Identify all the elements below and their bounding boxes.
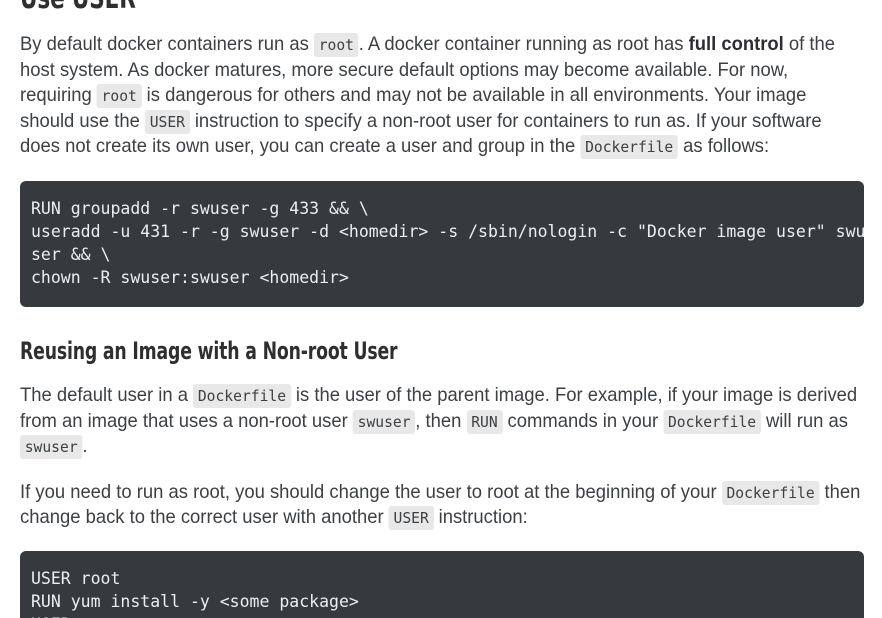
inline-code-root-1: root xyxy=(313,33,359,57)
inline-code-dockerfile-1: Dockerfile xyxy=(580,135,678,160)
inline-code-dockerfile-3: Dockerfile xyxy=(663,409,761,434)
inline-code-swuser-2: swuser xyxy=(20,435,83,460)
emphasis-full-control: full control xyxy=(688,33,784,55)
paragraph-text: commands in your xyxy=(502,409,664,432)
code-line: RUN groupadd -r swuser -g 433 && \ xyxy=(31,198,369,218)
code-line: chown -R swuser:swuser <homedir> xyxy=(31,267,349,287)
paragraph-text: , then xyxy=(415,409,467,432)
inline-code-dockerfile-2: Dockerfile xyxy=(193,383,291,408)
code-line: ser && \ xyxy=(31,244,111,264)
inline-code-swuser-1: swuser xyxy=(352,409,416,434)
code-line: USER root xyxy=(31,568,121,588)
paragraph-text: instruction: xyxy=(433,506,528,529)
documentation-page: Use USER By default docker containers ru… xyxy=(0,0,882,618)
code-line: RUN yum install -y <some package> xyxy=(31,591,359,611)
code-line: USER swuser xyxy=(31,613,850,618)
section-heading-use-user: Use USER xyxy=(20,0,695,16)
paragraph-text: . xyxy=(82,435,88,458)
paragraph-text: . A docker container running as root has xyxy=(358,33,689,55)
paragraph-text: as follows: xyxy=(677,135,770,158)
inline-code-dockerfile-4: Dockerfile xyxy=(721,480,820,505)
inline-code-user-2: USER xyxy=(388,506,434,531)
inline-code-root-2: root xyxy=(96,84,142,109)
code-block-switch-user: USER root RUN yum install -y <some packag… xyxy=(20,550,864,618)
inline-code-run: RUN xyxy=(466,409,503,434)
paragraph-text: If you need to run as root, you should c… xyxy=(20,480,722,503)
paragraph-text: will run as xyxy=(760,409,848,432)
code-line: useradd -u 431 -r -g swuser -d <homedir>… xyxy=(31,221,864,241)
article-content: Use USER By default docker containers ru… xyxy=(20,0,864,618)
subsection-heading-reusing-image: Reusing an Image with a Non-root User xyxy=(20,336,398,365)
code-block-create-user: RUN groupadd -r swuser -g 433 && \ userad… xyxy=(20,180,864,307)
paragraph-text: By default docker containers run as xyxy=(20,33,314,55)
paragraph-text: The default user in a xyxy=(20,383,194,406)
inline-code-user: USER xyxy=(144,109,190,134)
paragraph-use-user-intro: By default docker containers run as root… xyxy=(20,32,864,160)
paragraph-run-as-root: If you need to run as root, you should c… xyxy=(20,480,864,531)
paragraph-default-user: The default user in a Dockerfile is the … xyxy=(20,383,864,460)
